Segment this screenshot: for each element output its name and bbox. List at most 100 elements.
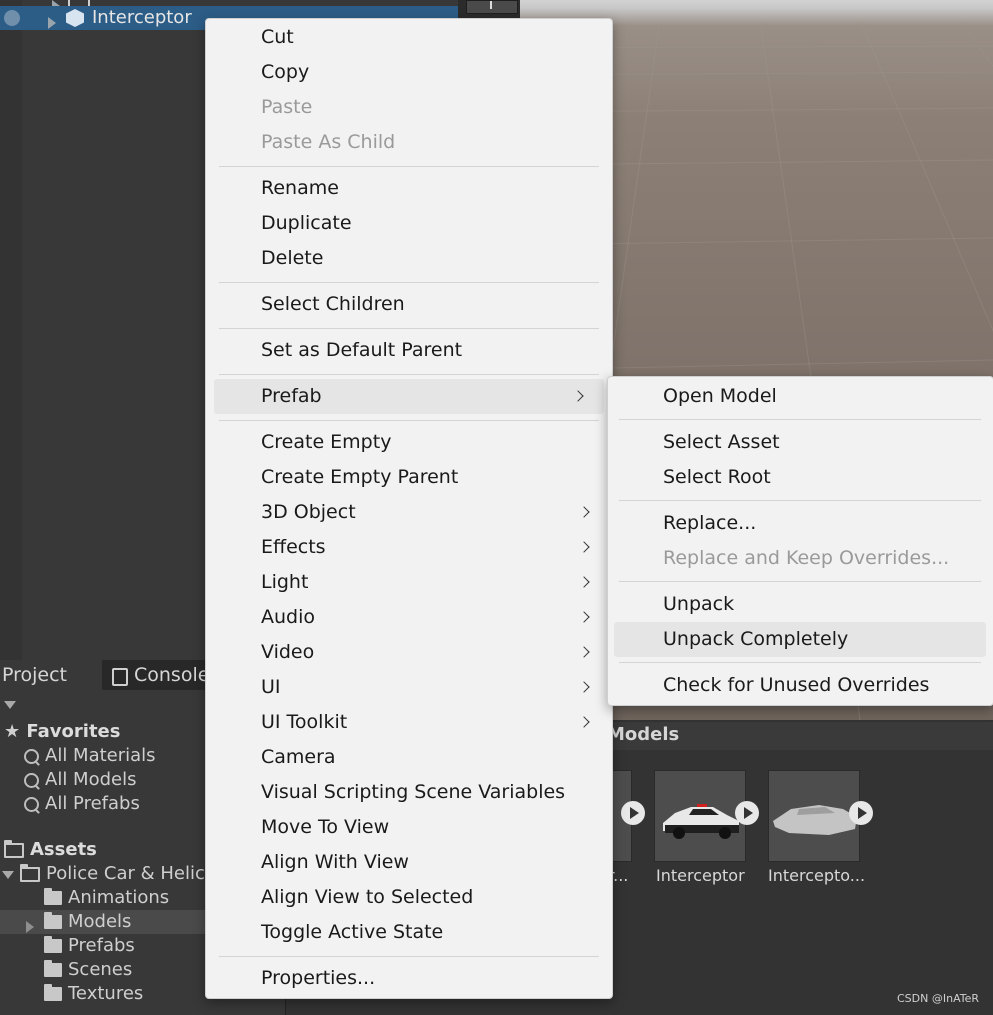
asset-label: Interceptor [656, 866, 745, 885]
folder-label: Prefabs [68, 935, 135, 956]
menu-item-effects-label: Effects [261, 536, 326, 558]
menu-item-3d-object[interactable]: 3D Object [206, 495, 610, 530]
folder-label: Textures [68, 983, 144, 1004]
submenu-item-replace-keep-overrides[interactable]: Replace and Keep Overrides... [608, 541, 991, 576]
arrow-down-icon [490, 1, 492, 9]
tab-console-label: Console [134, 664, 210, 686]
menu-separator [619, 419, 981, 420]
menu-item-properties[interactable]: Properties... [206, 961, 610, 996]
folder-icon [44, 960, 62, 977]
scene-gizmo-button[interactable] [466, 0, 518, 14]
favorite-item-label: All Models [45, 769, 137, 790]
favorite-item[interactable]: All Prefabs [24, 792, 140, 816]
submenu-item-unpack[interactable]: Unpack [608, 587, 991, 622]
expand-arrow-icon[interactable] [26, 916, 34, 940]
menu-item-light[interactable]: Light [206, 565, 610, 600]
menu-item-paste-as-child[interactable]: Paste As Child [206, 125, 610, 160]
expand-arrow-icon[interactable] [48, 12, 56, 36]
folder-icon [44, 936, 62, 953]
menu-item-align-view-to-selected[interactable]: Align View to Selected [206, 880, 610, 915]
menu-item-video[interactable]: Video [206, 635, 610, 670]
submenu-arrow-icon [578, 611, 590, 623]
menu-item-align-with-view[interactable]: Align With View [206, 845, 610, 880]
menu-separator [219, 374, 599, 375]
menu-item-ui-toolkit-label: UI Toolkit [261, 711, 348, 733]
folder-row[interactable]: Scenes [44, 958, 132, 982]
menu-item-set-default-parent[interactable]: Set as Default Parent [206, 333, 610, 368]
play-preview-icon[interactable] [849, 801, 873, 825]
menu-item-cut[interactable]: Cut [206, 20, 610, 55]
menu-item-ui[interactable]: UI [206, 670, 610, 705]
hierarchy-gutter [0, 0, 22, 660]
menu-separator [219, 328, 599, 329]
menu-item-rename[interactable]: Rename [206, 171, 610, 206]
folder-row[interactable]: Prefabs [44, 934, 135, 958]
folder-icon [44, 888, 62, 905]
submenu-arrow-icon [578, 716, 590, 728]
submenu-arrow-icon [578, 576, 590, 588]
folder-row[interactable]: Police Car & Helic [2, 862, 205, 886]
assets-label: Assets [30, 839, 97, 860]
menu-item-copy[interactable]: Copy [206, 55, 610, 90]
menu-item-delete[interactable]: Delete [206, 241, 610, 276]
menu-item-camera[interactable]: Camera [206, 740, 610, 775]
folder-icon [44, 984, 62, 1001]
search-icon [24, 748, 39, 764]
submenu-arrow-icon [572, 390, 584, 402]
menu-item-create-empty[interactable]: Create Empty [206, 425, 610, 460]
folder-label: Animations [68, 887, 170, 908]
menu-item-light-label: Light [261, 571, 309, 593]
watermark: CSDN @InATeR [897, 992, 980, 1005]
menu-separator [219, 166, 599, 167]
play-preview-icon[interactable] [621, 801, 645, 825]
menu-separator [219, 420, 599, 421]
tab-project[interactable]: Project [0, 660, 102, 690]
create-dropdown-icon[interactable] [4, 694, 16, 713]
submenu-arrow-icon [578, 681, 590, 693]
menu-item-select-children[interactable]: Select Children [206, 287, 610, 322]
play-preview-icon[interactable] [735, 801, 759, 825]
asset-thumbnail[interactable] [768, 770, 860, 862]
menu-item-audio[interactable]: Audio [206, 600, 610, 635]
search-icon [24, 772, 39, 788]
menu-item-toggle-active[interactable]: Toggle Active State [206, 915, 610, 950]
favorites-label: Favorites [26, 721, 121, 742]
asset-label: Intercepto... [768, 866, 866, 885]
submenu-item-select-asset[interactable]: Select Asset [608, 425, 991, 460]
menu-item-create-empty-parent[interactable]: Create Empty Parent [206, 460, 610, 495]
asset-thumbnail[interactable] [654, 770, 746, 862]
submenu-item-replace[interactable]: Replace... [608, 506, 991, 541]
menu-separator [619, 581, 981, 582]
submenu-arrow-icon [578, 506, 590, 518]
menu-item-visual-scripting-vars[interactable]: Visual Scripting Scene Variables [206, 775, 610, 810]
breadcrumb-item-models[interactable]: Models [607, 724, 679, 745]
folder-row[interactable]: Animations [44, 886, 169, 910]
folder-row-selected[interactable]: Models [0, 910, 205, 934]
favorite-item[interactable]: All Models [24, 768, 136, 792]
assets-header[interactable]: Assets [4, 838, 97, 862]
collapse-arrow-icon[interactable] [2, 871, 14, 879]
menu-item-prefab[interactable]: Prefab [214, 379, 604, 414]
favorite-item[interactable]: All Materials [24, 744, 156, 768]
folder-row[interactable]: Textures [44, 982, 143, 1006]
menu-item-prefab-label: Prefab [261, 385, 322, 407]
folder-open-icon [20, 863, 40, 882]
hierarchy-item-label: Interceptor [92, 7, 192, 28]
folder-label: Police Car & Helic [46, 863, 205, 884]
menu-item-move-to-view[interactable]: Move To View [206, 810, 610, 845]
submenu-arrow-icon [578, 541, 590, 553]
folder-open-icon [4, 839, 24, 858]
folder-label: Scenes [68, 959, 133, 980]
menu-item-effects[interactable]: Effects [206, 530, 610, 565]
menu-item-paste[interactable]: Paste [206, 90, 610, 125]
favorites-header[interactable]: ★ Favorites [4, 720, 120, 744]
submenu-item-unpack-completely[interactable]: Unpack Completely [614, 622, 986, 657]
submenu-item-check-unused-overrides[interactable]: Check for Unused Overrides [608, 668, 991, 703]
tab-project-label: Project [2, 664, 68, 686]
menu-item-ui-toolkit[interactable]: UI Toolkit [206, 705, 610, 740]
menu-item-duplicate[interactable]: Duplicate [206, 206, 610, 241]
submenu-item-open-model[interactable]: Open Model [608, 379, 991, 414]
submenu-item-select-root[interactable]: Select Root [608, 460, 991, 495]
menu-separator [219, 956, 599, 957]
menu-separator [619, 500, 981, 501]
